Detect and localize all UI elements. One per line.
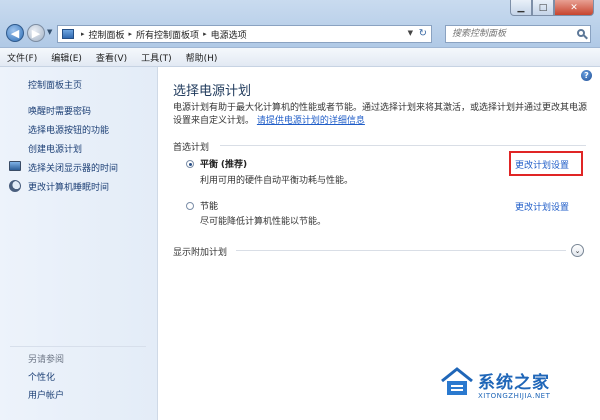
expand-chevron-icon[interactable]: ⌄ bbox=[571, 244, 584, 257]
watermark-text: 系统之家 bbox=[478, 373, 550, 393]
sidebar-link-create-plan[interactable]: 创建电源计划 bbox=[28, 142, 82, 155]
balanced-plan-name: 平衡 bbox=[200, 160, 219, 170]
breadcrumb-power-options[interactable]: 电源选项 bbox=[211, 28, 247, 41]
see-also-user-accounts[interactable]: 用户帐户 bbox=[28, 388, 64, 401]
plan-details-link[interactable]: 请提供电源计划的详细信息 bbox=[257, 116, 365, 126]
menu-file[interactable]: 文件(F) bbox=[0, 51, 44, 64]
forward-button[interactable]: ▶ bbox=[27, 24, 45, 42]
refresh-icon[interactable]: ↻ bbox=[419, 28, 427, 39]
watermark: 系统之家 XITONGZHIJIA.NET bbox=[440, 362, 600, 420]
see-also-personalization[interactable]: 个性化 bbox=[28, 370, 55, 383]
page-description: 电源计划有助于最大化计算机的性能或者节能。通过选择计划来将其激活，或选择计划并通… bbox=[173, 102, 588, 128]
breadcrumb-separator-icon[interactable]: ▸ bbox=[203, 30, 207, 38]
highlight-annotation bbox=[509, 151, 583, 176]
monitor-icon bbox=[9, 161, 21, 171]
recent-pages-dropdown-icon[interactable]: ▼ bbox=[47, 28, 52, 36]
breadcrumb-control-panel[interactable]: 控制面板 bbox=[89, 28, 125, 41]
breadcrumb-separator-icon[interactable]: ▸ bbox=[129, 30, 133, 38]
sidebar-divider bbox=[10, 346, 146, 347]
power-saver-plan-description: 尽可能降低计算机性能以节能。 bbox=[200, 217, 327, 227]
back-button[interactable]: ◀ bbox=[6, 24, 24, 42]
menu-view[interactable]: 查看(V) bbox=[89, 51, 134, 64]
menu-tools[interactable]: 工具(T) bbox=[134, 51, 179, 64]
search-input[interactable] bbox=[452, 27, 572, 41]
section-divider bbox=[236, 250, 566, 251]
breadcrumb-separator-icon[interactable]: ▸ bbox=[81, 30, 85, 38]
close-button[interactable]: ✕ bbox=[554, 0, 594, 16]
balanced-plan-tag: (推荐) bbox=[220, 160, 248, 170]
section-divider bbox=[220, 145, 586, 146]
menu-edit[interactable]: 编辑(E) bbox=[44, 51, 89, 64]
search-icon[interactable] bbox=[577, 29, 585, 37]
description-text: 电源计划有助于最大化计算机的性能或者节能。通过选择计划来将其激活，或选择计划并通… bbox=[173, 103, 588, 126]
sidebar-link-display-off[interactable]: 选择关闭显示器的时间 bbox=[28, 161, 118, 174]
balanced-plan-description: 利用可用的硬件自动平衡功耗与性能。 bbox=[200, 176, 354, 186]
menu-bar: 文件(F) 编辑(E) 查看(V) 工具(T) 帮助(H) bbox=[0, 48, 600, 67]
search-box bbox=[445, 25, 591, 43]
task-pane: 控制面板主页 唤醒时需要密码 选择电源按钮的功能 创建电源计划 选择关闭显示器的… bbox=[0, 67, 158, 420]
breadcrumb-all-items[interactable]: 所有控制面板项 bbox=[136, 28, 199, 41]
address-dropdown-icon[interactable]: ▼ bbox=[408, 29, 413, 37]
see-also-heading: 另请参阅 bbox=[28, 355, 65, 365]
address-bar[interactable]: ▸ 控制面板 ▸ 所有控制面板项 ▸ 电源选项 ▼ ↻ bbox=[57, 25, 432, 43]
control-panel-icon bbox=[62, 29, 74, 39]
page-title: 选择电源计划 bbox=[173, 84, 252, 99]
control-panel-home-link[interactable]: 控制面板主页 bbox=[28, 78, 82, 91]
help-icon[interactable]: ? bbox=[581, 70, 592, 81]
sidebar-link-wakeup-password[interactable]: 唤醒时需要密码 bbox=[28, 104, 91, 117]
watermark-url: XITONGZHIJIA.NET bbox=[478, 392, 551, 400]
balanced-plan-radio[interactable] bbox=[186, 160, 194, 168]
moon-icon bbox=[9, 180, 21, 192]
power-saver-change-settings-link[interactable]: 更改计划设置 bbox=[515, 200, 569, 213]
navigation-bar: ▁ □ ✕ ◀ ▶ ▼ ▸ 控制面板 ▸ 所有控制面板项 ▸ 电源选项 ▼ ↻ bbox=[0, 0, 600, 48]
menu-help[interactable]: 帮助(H) bbox=[179, 51, 225, 64]
balanced-plan-label[interactable]: 平衡 (推荐) bbox=[200, 157, 247, 170]
show-additional-plans-heading[interactable]: 显示附加计划 bbox=[173, 245, 227, 258]
power-saver-plan-label[interactable]: 节能 bbox=[200, 199, 218, 212]
minimize-button[interactable]: ▁ bbox=[510, 0, 532, 16]
caption-buttons: ▁ □ ✕ bbox=[510, 0, 594, 17]
house-logo-icon bbox=[441, 367, 473, 395]
maximize-button[interactable]: □ bbox=[532, 0, 554, 16]
preferred-plans-heading: 首选计划 bbox=[173, 143, 210, 153]
power-options-window: ▁ □ ✕ ◀ ▶ ▼ ▸ 控制面板 ▸ 所有控制面板项 ▸ 电源选项 ▼ ↻ … bbox=[0, 0, 600, 420]
sidebar-link-sleep-time[interactable]: 更改计算机睡眠时间 bbox=[28, 180, 109, 193]
power-saver-plan-radio[interactable] bbox=[186, 202, 194, 210]
sidebar-link-power-buttons[interactable]: 选择电源按钮的功能 bbox=[28, 123, 109, 136]
